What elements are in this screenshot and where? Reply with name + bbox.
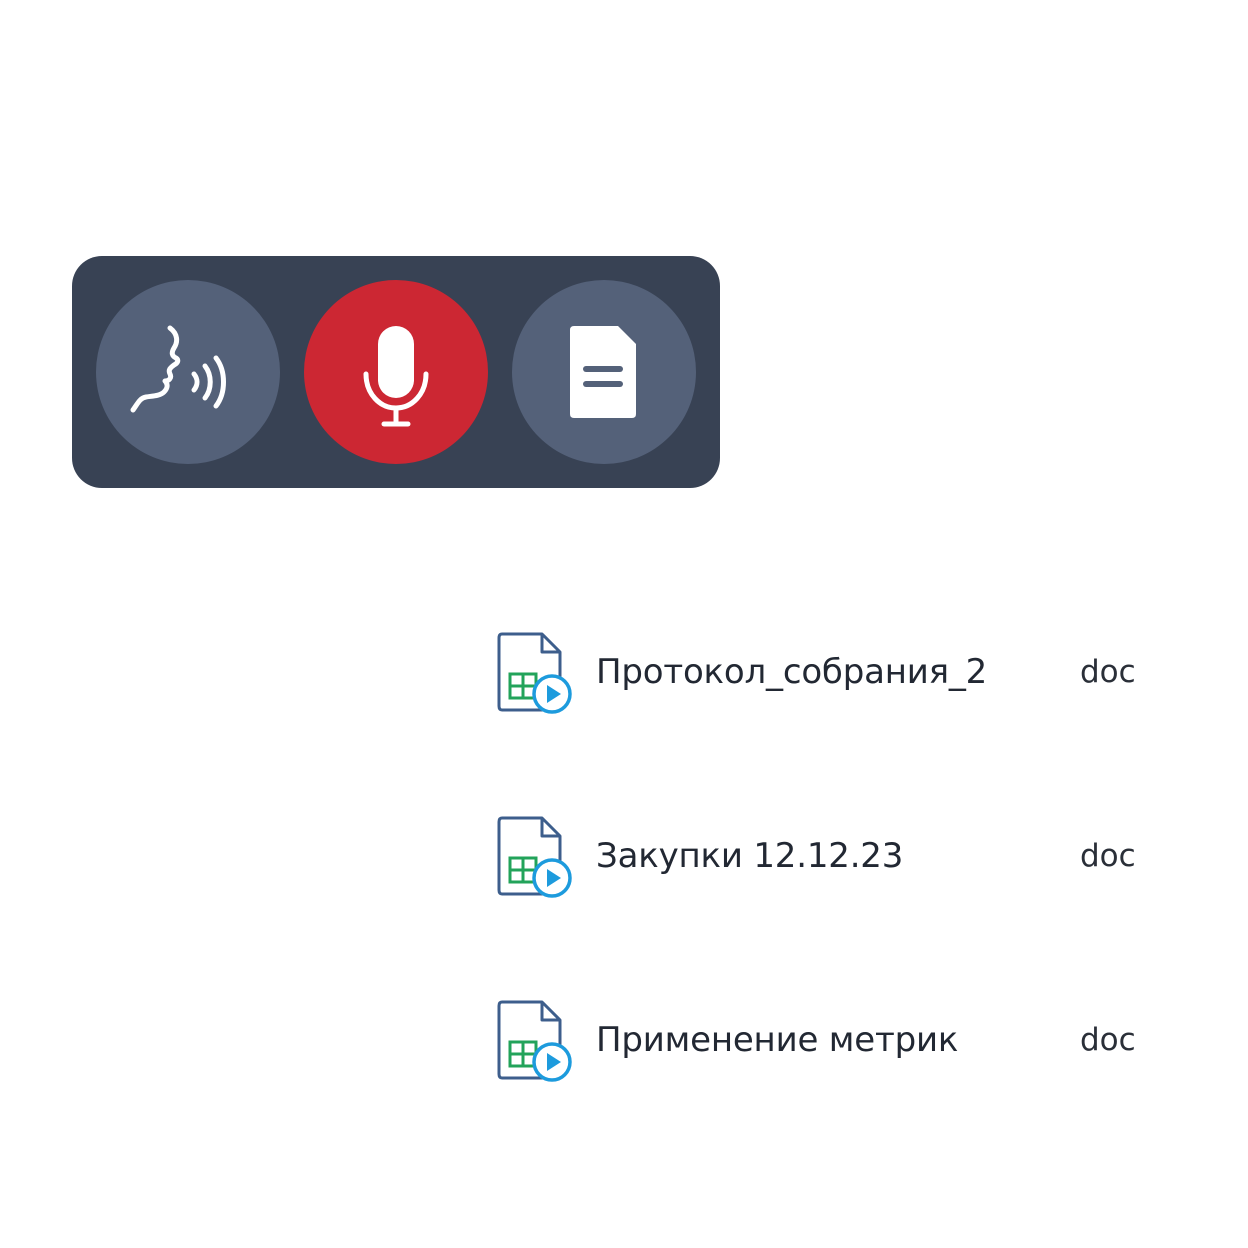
file-row[interactable]: Применение метрик doc	[496, 998, 1176, 1088]
document-button[interactable]	[512, 280, 696, 464]
spreadsheet-video-file-icon	[497, 1000, 572, 1082]
file-name: Закупки 12.12.23	[596, 836, 904, 876]
voice-toolbar	[72, 256, 720, 488]
speech-button[interactable]	[96, 280, 280, 464]
file-row[interactable]: Протокол_собрания_2 doc	[496, 630, 1176, 720]
file-extension: doc	[1080, 838, 1136, 874]
spreadsheet-video-file-icon	[497, 816, 572, 898]
microphone-icon	[363, 326, 429, 427]
spreadsheet-video-file-icon	[497, 632, 572, 714]
speaking-head-icon	[130, 325, 226, 413]
document-icon	[570, 326, 636, 418]
file-name: Протокол_собрания_2	[596, 652, 988, 692]
record-button[interactable]	[304, 280, 488, 464]
file-extension: doc	[1080, 1022, 1136, 1058]
file-extension: doc	[1080, 654, 1136, 690]
file-row[interactable]: Закупки 12.12.23 doc	[496, 814, 1176, 904]
file-name: Применение метрик	[596, 1020, 959, 1060]
